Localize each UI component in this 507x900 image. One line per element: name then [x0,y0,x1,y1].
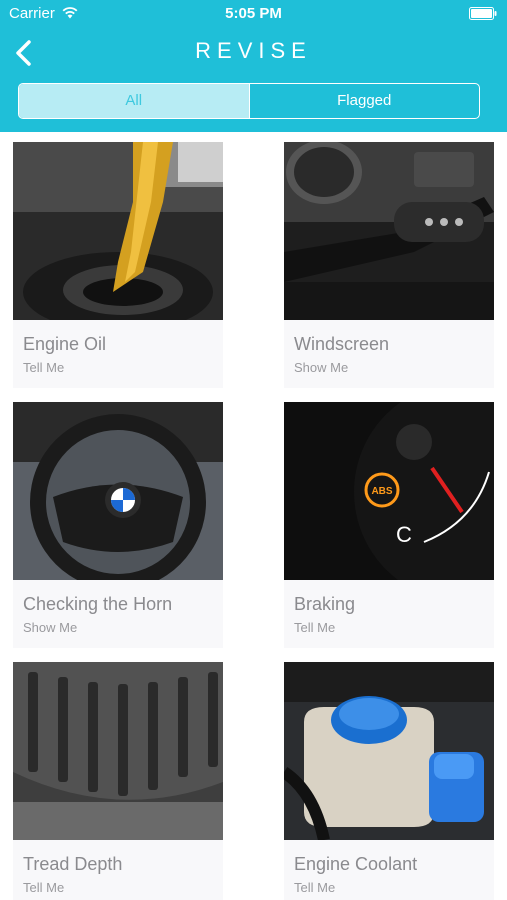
status-bar: Carrier 5:05 PM [0,0,507,28]
card-subtitle: Tell Me [23,880,65,895]
windscreen-photo [284,142,494,320]
topic-card-engine-oil[interactable]: Engine Oil Tell Me [13,142,223,388]
card-title: Windscreen [294,334,390,354]
engine-oil-photo [13,142,223,320]
card-title: Engine Oil [23,334,107,354]
steering-wheel-photo [13,402,223,580]
card-subtitle: Tell Me [294,620,336,635]
card-title: Engine Coolant [294,854,418,874]
card-subtitle: Show Me [23,620,78,635]
abs-warning-photo: ABS C [284,402,494,580]
segment-flagged[interactable]: Flagged [248,84,480,118]
segment-all[interactable]: All [19,84,249,118]
app-header: Carrier 5:05 PM REVISE All Flagged [0,0,507,132]
card-subtitle: Tell Me [294,880,336,895]
svg-text:C: C [396,522,412,547]
battery-icon [469,7,497,20]
page-title: REVISE [195,38,312,63]
topic-card-engine-coolant[interactable]: Engine Coolant Tell Me [284,662,494,900]
clock: 5:05 PM [225,5,282,22]
topic-card-braking[interactable]: ABS C Braking Tell Me [284,402,494,648]
svg-text:ABS: ABS [371,486,392,497]
card-title: Checking the Horn [23,594,173,614]
segmented-control: All Flagged [18,83,480,119]
coolant-reservoir-photo [284,662,494,840]
tyre-tread-photo [13,662,223,840]
topic-grid: Engine Oil Tell Me Windscreen Show Me Ch… [0,132,507,900]
topic-card-checking-the-horn[interactable]: Checking the Horn Show Me [13,402,223,648]
card-subtitle: Show Me [294,360,349,375]
card-title: Tread Depth [23,854,123,874]
card-title: Braking [294,594,356,614]
topic-card-tread-depth[interactable]: Tread Depth Tell Me [13,662,223,900]
topic-card-windscreen[interactable]: Windscreen Show Me [284,142,494,388]
card-subtitle: Tell Me [23,360,65,375]
